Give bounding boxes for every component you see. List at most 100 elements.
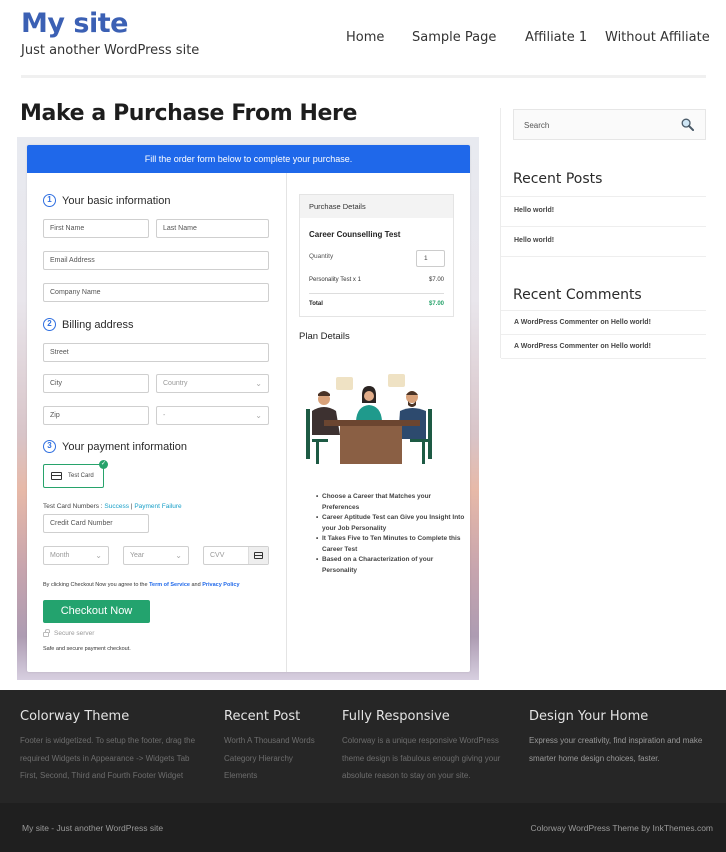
footer-post-link[interactable]: Elements <box>224 767 315 785</box>
recent-comment-link[interactable]: A WordPress Commenter on Hello world! <box>501 334 706 358</box>
footer-text: theme design is fabulous enough giving y… <box>342 753 501 763</box>
chair <box>428 409 432 459</box>
section-label: Billing address <box>62 318 134 331</box>
quantity-input[interactable]: 1 <box>416 250 445 267</box>
nav-affiliate-1[interactable]: Affiliate 1 <box>525 30 587 45</box>
form-banner: Fill the order form below to complete yo… <box>27 145 470 173</box>
recent-post-link[interactable]: Hello world! <box>501 196 706 226</box>
country-select[interactable]: Country ⌄ <box>156 374 269 393</box>
meeting-illustration <box>306 374 432 464</box>
nav-without-affiliate[interactable]: Without Affiliate <box>605 30 710 45</box>
main-nav: Home Sample Page Affiliate 1 Without Aff… <box>0 30 726 50</box>
widget-divider <box>501 256 706 257</box>
search-input[interactable]: Search <box>513 109 706 140</box>
step-number-2: 2 <box>43 318 56 331</box>
year-select[interactable]: Year ⌄ <box>123 546 189 565</box>
header-divider <box>21 75 706 78</box>
cvv-card-button[interactable] <box>248 547 268 564</box>
country-select-value: Country <box>163 380 188 387</box>
terms-link[interactable]: Term of Service <box>149 582 190 588</box>
search-placeholder: Search <box>524 121 550 130</box>
last-name-input[interactable]: Last Name <box>156 219 269 238</box>
footer-col-recent-post: Recent Post Worth A Thousand Words Categ… <box>224 709 315 785</box>
body <box>356 405 382 421</box>
footer-text: required Widgets in Appearance -> Widget… <box>20 753 190 763</box>
test-numbers-label: Test Card Numbers : <box>43 503 105 510</box>
secure-server: Secure server <box>43 629 94 637</box>
footer-widgets: Colorway Theme Footer is widgetized. To … <box>0 690 726 803</box>
footer-col-design-home: Design Your Home Express your creativity… <box>529 709 702 767</box>
checkout-frame: Fill the order form below to complete yo… <box>17 137 479 680</box>
footer-theme-credit-link[interactable]: Colorway WordPress Theme by InkThemes.co… <box>531 823 714 833</box>
footer-text: absolute reason to stay on your site. <box>342 771 471 780</box>
checkout-button[interactable]: Checkout Now <box>43 600 150 623</box>
footer-site-credit: My site - Just another WordPress site <box>22 823 164 833</box>
section-basic-info: 1 Your basic information <box>43 194 170 207</box>
nav-sample-page[interactable]: Sample Page <box>412 30 496 45</box>
footer-title: Fully Responsive <box>342 709 450 724</box>
footer-text: Express your creativity, find inspiratio… <box>529 736 703 745</box>
terms-agreement: By clicking Checkout Now you agree to th… <box>43 582 240 588</box>
step-number-1: 1 <box>43 194 56 207</box>
recent-post-link[interactable]: Hello world! <box>501 226 706 256</box>
privacy-link[interactable]: Privacy Policy <box>202 582 239 588</box>
plan-feature: It Takes Five to Ten Minutes to Complete… <box>316 534 466 555</box>
widget-divider <box>501 358 706 359</box>
check-icon: ✓ <box>99 460 108 469</box>
recent-comment-link[interactable]: A WordPress Commenter on Hello world! <box>501 310 706 334</box>
payment-failure-link[interactable]: Payment Failure <box>134 503 181 510</box>
credit-card-icon <box>51 472 62 480</box>
section-billing: 2 Billing address <box>43 318 134 331</box>
first-name-input[interactable]: First Name <box>43 219 149 238</box>
zip-input[interactable]: Zip <box>43 406 149 425</box>
footer-post-link[interactable]: Category Hierarchy <box>224 750 315 768</box>
chair <box>306 409 310 459</box>
plan-details-title: Plan Details <box>299 331 350 342</box>
footer-col-colorway: Colorway Theme Footer is widgetized. To … <box>20 709 195 785</box>
chevron-down-icon: ⌄ <box>255 411 262 420</box>
cvv-input[interactable]: CVV <box>203 546 269 565</box>
footer-title: Colorway Theme <box>20 709 130 724</box>
purchase-details-header: Purchase Details <box>300 195 453 218</box>
divider <box>309 293 444 294</box>
city-input[interactable]: City <box>43 374 149 393</box>
footer-post-link[interactable]: Worth A Thousand Words <box>224 732 315 750</box>
chevron-down-icon: ⌄ <box>255 379 262 388</box>
recent-posts-title: Recent Posts <box>513 171 603 187</box>
face <box>364 391 374 401</box>
search-icon[interactable] <box>681 118 694 131</box>
section-payment: 3 Your payment information <box>43 440 187 453</box>
footer-text: First, Second, Third and Fourth Footer W… <box>20 771 184 780</box>
safe-checkout-note: Safe and secure payment checkout. <box>43 646 131 652</box>
checkout-form: Fill the order form below to complete yo… <box>27 145 470 672</box>
table-top <box>324 420 420 426</box>
company-input[interactable]: Company Name <box>43 283 269 302</box>
street-input[interactable]: Street <box>43 343 269 362</box>
line-item-amount: $7.00 <box>428 277 444 283</box>
state-select[interactable]: - ⌄ <box>156 406 269 425</box>
page-title: Make a Purchase From Here <box>20 101 357 126</box>
footer-text: Footer is widgetized. To setup the foote… <box>20 736 196 745</box>
nav-home[interactable]: Home <box>346 30 384 45</box>
quantity-label: Quantity <box>309 253 334 260</box>
table-base <box>340 426 402 464</box>
month-select[interactable]: Month ⌄ <box>43 546 109 565</box>
chair-seat <box>312 439 328 442</box>
email-input[interactable]: Email Address <box>43 251 269 270</box>
plan-feature: Career Aptitude Test can Give you Insigh… <box>316 513 466 534</box>
column-divider <box>286 173 287 672</box>
line-item-label: Personality Test x 1 <box>309 277 361 283</box>
recent-comments-title: Recent Comments <box>513 287 642 303</box>
hair <box>406 391 418 395</box>
plan-feature: Choose a Career that Matches your Prefer… <box>316 492 466 513</box>
agreement-and: and <box>189 582 203 588</box>
chair-seat <box>410 439 428 442</box>
payment-method-test-card[interactable]: Test Card ✓ <box>43 460 108 488</box>
plan-feature-list: Choose a Career that Matches your Prefer… <box>316 492 466 576</box>
card-number-input[interactable]: Credit Card Number <box>43 514 149 533</box>
success-link[interactable]: Success <box>104 503 129 510</box>
total-amount: $7.00 <box>428 301 444 307</box>
agreement-text: By clicking Checkout Now you agree to th… <box>43 582 150 588</box>
chair-leg <box>422 442 425 464</box>
chevron-down-icon: ⌄ <box>175 551 182 560</box>
